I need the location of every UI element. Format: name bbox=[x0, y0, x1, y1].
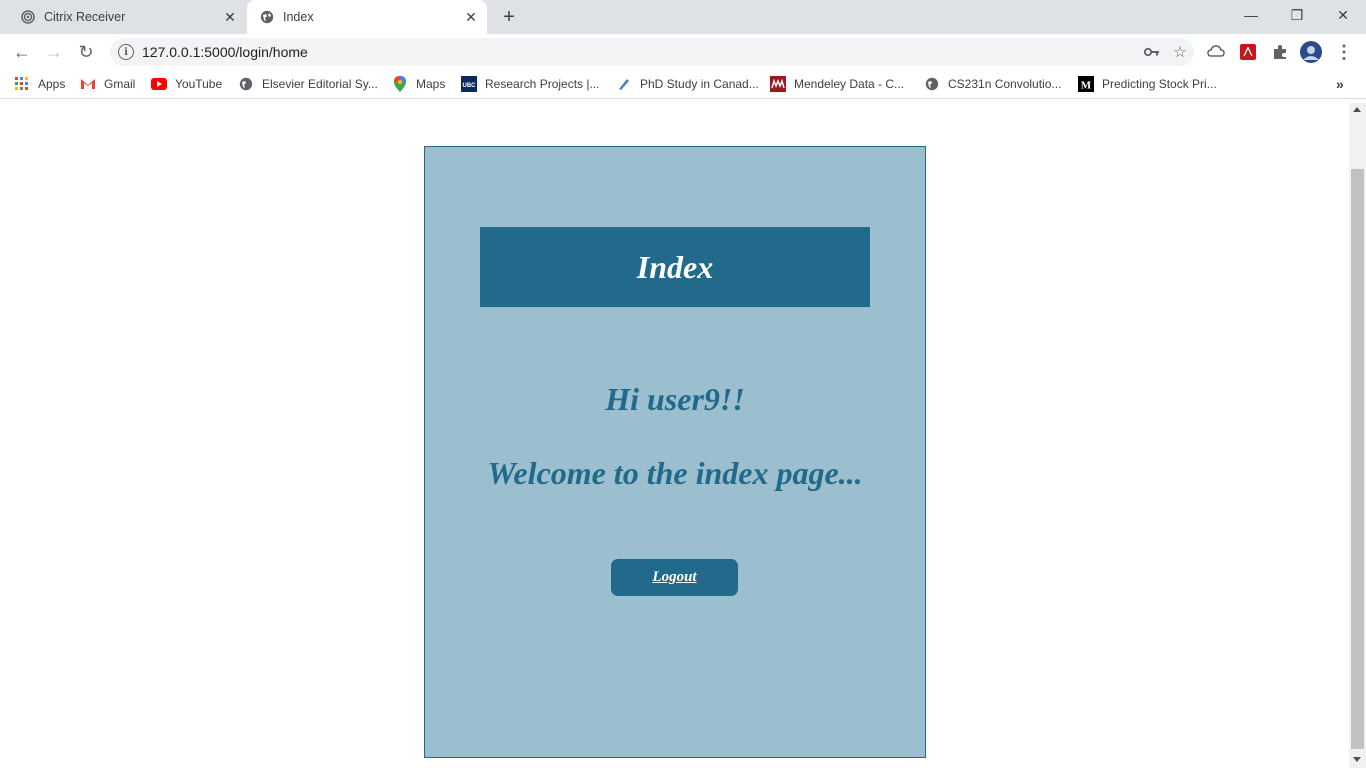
url-text[interactable]: 127.0.0.1:5000/login/home bbox=[142, 44, 1138, 60]
index-header: Index bbox=[480, 227, 870, 307]
close-window-icon[interactable]: ✕ bbox=[1320, 0, 1366, 30]
greeting-text: Hi user9!! bbox=[605, 381, 745, 417]
globe-icon bbox=[259, 9, 275, 25]
browser-toolbar: ← → ↻ i 127.0.0.1:5000/login/home ☆ ⋮ bbox=[0, 34, 1366, 70]
logout-button[interactable]: Logout bbox=[611, 559, 738, 596]
bookmarks-bar: Apps Gmail YouTube Elsevier Editorial Sy… bbox=[0, 70, 1366, 99]
key-icon[interactable] bbox=[1138, 38, 1166, 66]
tab-title: Index bbox=[283, 10, 314, 24]
restore-icon[interactable]: ❐ bbox=[1274, 0, 1320, 30]
globe-icon bbox=[238, 76, 254, 92]
bookmark-predicting-stock[interactable]: M Predicting Stock Pri... bbox=[1078, 74, 1217, 94]
pen-icon bbox=[616, 76, 632, 92]
bookmark-phd-study[interactable]: PhD Study in Canad... bbox=[616, 74, 759, 94]
close-tab-icon[interactable]: ✕ bbox=[461, 7, 481, 27]
index-card: Index Hi user9!! Welcome to the index pa… bbox=[424, 146, 926, 758]
page-title: Index bbox=[636, 248, 714, 285]
tab-citrix-receiver[interactable]: Citrix Receiver ✕ bbox=[8, 0, 246, 34]
mendeley-icon bbox=[770, 76, 786, 92]
page-viewport: Index Hi user9!! Welcome to the index pa… bbox=[0, 103, 1366, 768]
star-bookmark-icon[interactable]: ☆ bbox=[1166, 38, 1194, 66]
citrix-icon bbox=[20, 9, 36, 25]
extension-cloud-icon[interactable] bbox=[1204, 40, 1228, 64]
tab-title: Citrix Receiver bbox=[44, 10, 126, 24]
bookmark-youtube[interactable]: YouTube bbox=[151, 74, 222, 94]
bookmark-apps[interactable]: Apps bbox=[14, 74, 65, 94]
bookmark-maps[interactable]: Maps bbox=[392, 74, 445, 94]
bookmark-gmail[interactable]: Gmail bbox=[80, 74, 135, 94]
tab-index[interactable]: Index ✕ bbox=[247, 0, 487, 34]
bookmark-label: PhD Study in Canad... bbox=[640, 77, 759, 91]
close-tab-icon[interactable]: ✕ bbox=[220, 7, 240, 27]
pdf-extension-icon[interactable] bbox=[1236, 40, 1260, 64]
bookmark-label: Mendeley Data - C... bbox=[794, 77, 905, 91]
reload-icon[interactable]: ↻ bbox=[72, 38, 100, 66]
bookmark-label: Research Projects |... bbox=[485, 77, 600, 91]
puzzle-extensions-icon[interactable] bbox=[1268, 40, 1292, 64]
browser-window: Citrix Receiver ✕ Index ✕ + — ❐ ✕ ← → ↻ … bbox=[0, 0, 1366, 768]
welcome-text: Welcome to the index page... bbox=[487, 455, 863, 491]
medium-icon: M bbox=[1078, 76, 1094, 92]
bookmark-label: Apps bbox=[38, 77, 66, 91]
ubc-icon: UBC bbox=[461, 76, 477, 92]
youtube-icon bbox=[151, 76, 167, 92]
site-info-icon[interactable]: i bbox=[118, 44, 134, 60]
back-arrow-icon[interactable]: ← bbox=[8, 38, 36, 66]
scroll-up-arrow-icon[interactable] bbox=[1353, 107, 1361, 112]
globe-icon bbox=[924, 76, 940, 92]
vertical-scrollbar[interactable] bbox=[1349, 103, 1366, 768]
profile-avatar[interactable] bbox=[1299, 40, 1323, 64]
bookmark-elsevier[interactable]: Elsevier Editorial Sy... bbox=[238, 74, 378, 94]
minimize-icon[interactable]: — bbox=[1228, 0, 1274, 30]
bookmark-label: Maps bbox=[416, 77, 446, 91]
bookmark-label: Elsevier Editorial Sy... bbox=[262, 77, 378, 91]
scrollbar-thumb[interactable] bbox=[1351, 169, 1364, 749]
bookmarks-overflow-icon[interactable]: » bbox=[1336, 74, 1344, 94]
svg-text:UBC: UBC bbox=[463, 83, 477, 89]
bookmark-label: Gmail bbox=[104, 77, 136, 91]
svg-text:M: M bbox=[1081, 80, 1092, 92]
bookmark-label: YouTube bbox=[175, 77, 223, 91]
kebab-menu-icon[interactable]: ⋮ bbox=[1332, 40, 1356, 64]
bookmark-research-projects[interactable]: UBC Research Projects |... bbox=[461, 74, 600, 94]
bookmark-mendeley[interactable]: Mendeley Data - C... bbox=[770, 74, 904, 94]
address-bar[interactable]: i 127.0.0.1:5000/login/home ☆ bbox=[110, 38, 1194, 66]
forward-arrow-icon[interactable]: → bbox=[40, 38, 68, 66]
bookmark-label: CS231n Convolutio... bbox=[948, 77, 1062, 91]
scroll-down-arrow-icon[interactable] bbox=[1353, 757, 1361, 762]
tab-strip: Citrix Receiver ✕ Index ✕ + — ❐ ✕ bbox=[0, 0, 1366, 34]
new-tab-plus-icon[interactable]: + bbox=[498, 6, 520, 28]
maps-pin-icon bbox=[392, 76, 408, 92]
bookmark-cs231n[interactable]: CS231n Convolutio... bbox=[924, 74, 1061, 94]
bookmark-label: Predicting Stock Pri... bbox=[1102, 77, 1217, 91]
gmail-icon bbox=[80, 76, 96, 92]
apps-grid-icon bbox=[14, 76, 30, 92]
